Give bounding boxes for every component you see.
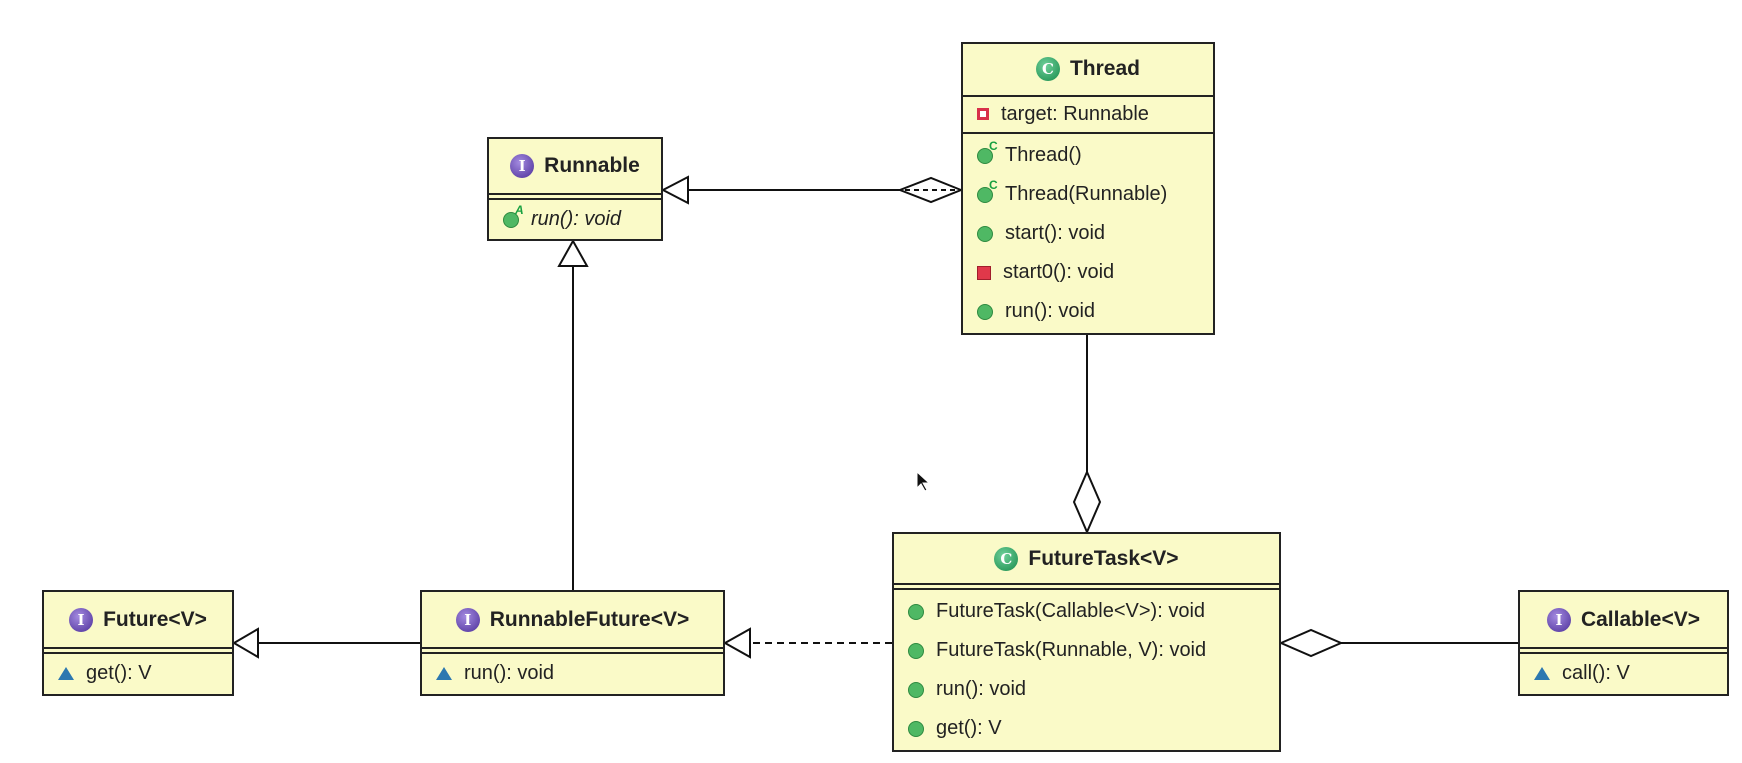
public-method-icon xyxy=(908,603,924,620)
method-row[interactable]: FutureTask(Runnable, V): void xyxy=(894,631,1279,670)
public-abstract-method-icon: A xyxy=(503,203,524,228)
public-method-icon xyxy=(908,681,924,698)
method-row[interactable]: C Thread(Runnable) xyxy=(963,175,1213,214)
private-method-icon xyxy=(977,265,991,280)
realization-arrow xyxy=(722,627,751,659)
method-row[interactable]: get(): V xyxy=(894,709,1279,748)
class-name: Thread xyxy=(1069,57,1140,81)
interface-callable[interactable]: I Callable<V> call(): V xyxy=(1518,590,1729,696)
class-icon: C xyxy=(1035,57,1060,82)
interface-future[interactable]: I Future<V> get(): V xyxy=(42,590,234,696)
method-row[interactable]: get(): V xyxy=(44,654,232,693)
interface-icon: I xyxy=(455,607,480,632)
package-method-icon xyxy=(436,667,452,680)
method-row[interactable]: start(): void xyxy=(963,214,1213,253)
method-row[interactable]: call(): V xyxy=(1520,654,1727,693)
method-row[interactable]: start0(): void xyxy=(963,253,1213,292)
relations-layer xyxy=(232,175,1518,659)
mouse-cursor-icon xyxy=(916,470,931,492)
public-method-icon xyxy=(908,642,924,659)
private-field-icon xyxy=(977,108,989,121)
public-constructor-icon: C xyxy=(977,139,998,164)
package-method-icon xyxy=(58,667,74,680)
generalization-arrow xyxy=(232,627,259,659)
generalization-arrow xyxy=(660,175,689,205)
interface-runnablefuture[interactable]: I RunnableFuture<V> run(): void xyxy=(420,590,725,696)
aggregation-diamond xyxy=(1278,628,1344,658)
method-row[interactable]: C Thread() xyxy=(963,136,1213,175)
aggregation-diamond xyxy=(1072,469,1102,535)
public-method-icon xyxy=(977,225,993,242)
public-method-icon xyxy=(977,303,993,320)
method-row[interactable]: run(): void xyxy=(894,670,1279,709)
attribute-row[interactable]: target: Runnable xyxy=(963,97,1213,132)
method-row[interactable]: run(): void xyxy=(422,654,723,693)
class-futuretask[interactable]: C FutureTask<V> FutureTask(Callable<V>): … xyxy=(892,532,1281,752)
method-row[interactable]: run(): void xyxy=(963,292,1213,331)
method-row[interactable]: Arun(): void xyxy=(489,200,661,239)
interface-icon: I xyxy=(510,154,535,178)
public-method-icon xyxy=(908,720,924,737)
public-constructor-icon: C xyxy=(977,178,998,203)
package-method-icon xyxy=(1534,667,1550,680)
interface-icon: I xyxy=(69,607,94,632)
generalization-arrow xyxy=(557,238,589,267)
method-row[interactable]: FutureTask(Callable<V>): void xyxy=(894,592,1279,631)
class-icon: C xyxy=(994,546,1019,571)
interface-runnable[interactable]: I Runnable Arun(): void xyxy=(487,137,663,241)
interface-icon: I xyxy=(1546,607,1571,632)
class-thread[interactable]: C Thread target: Runnable C Thread() C Thre… xyxy=(961,42,1215,335)
